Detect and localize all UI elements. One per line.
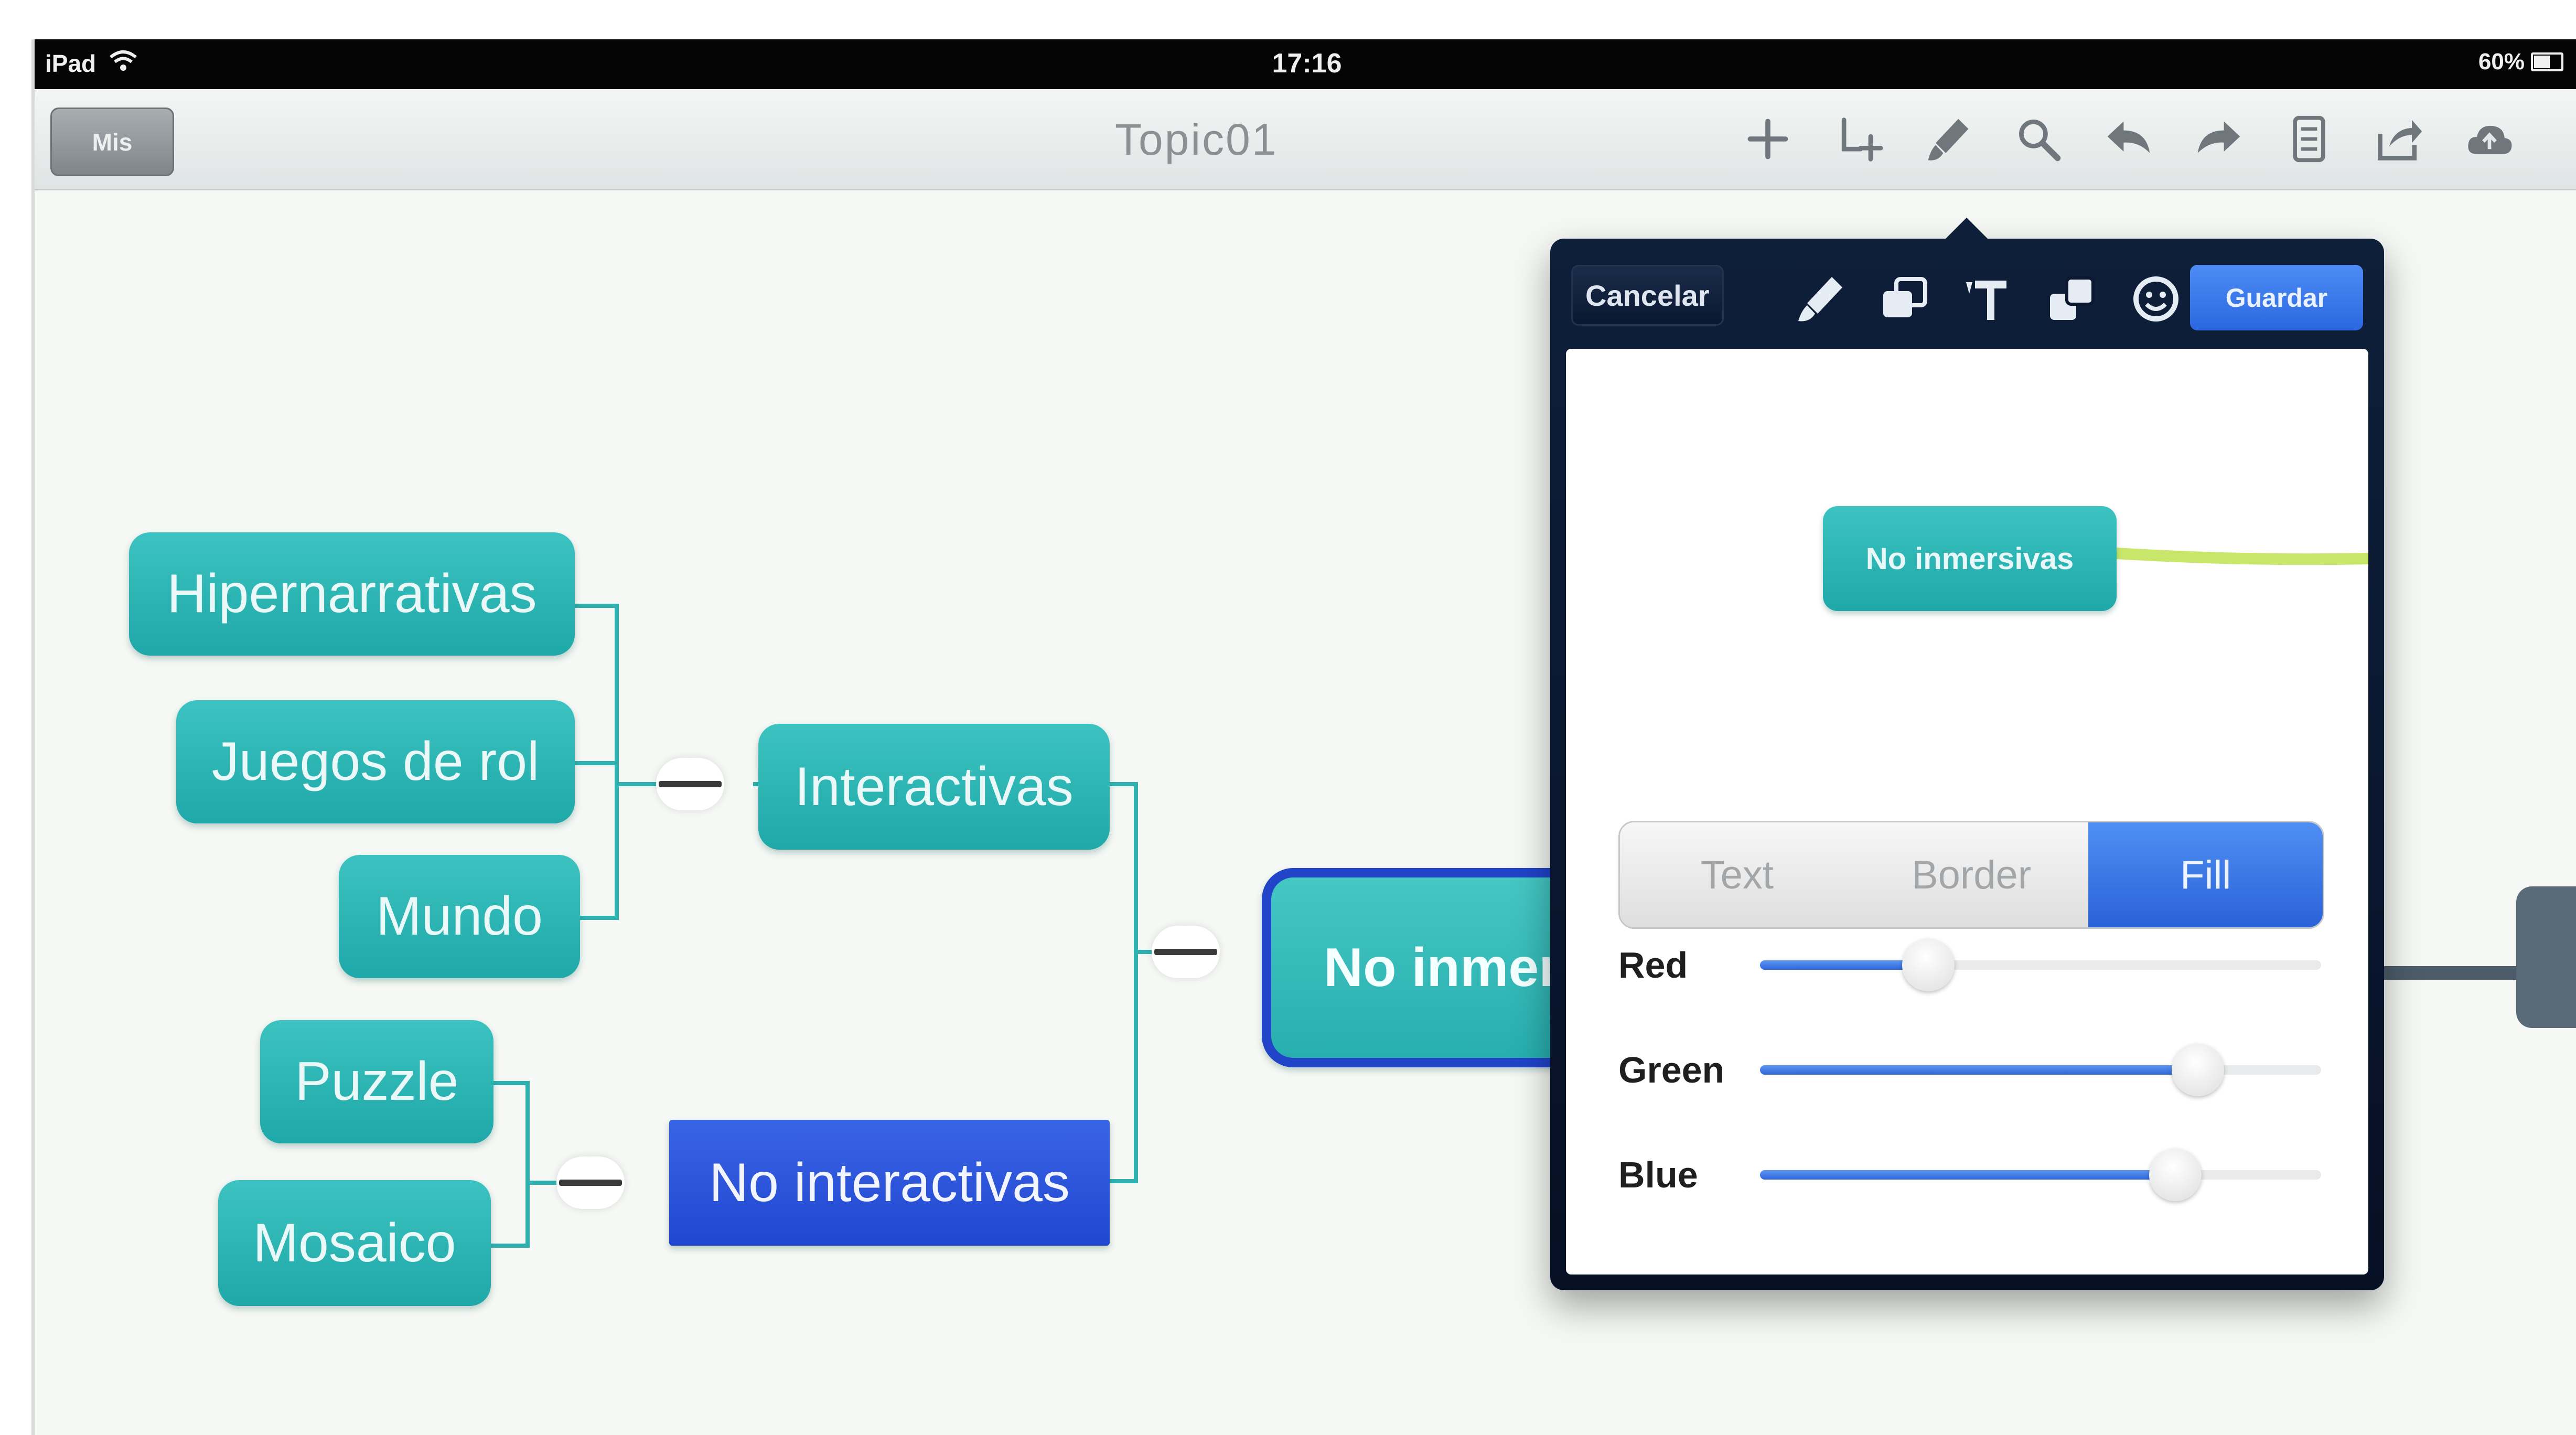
topic-node[interactable]: Hipernarrativas <box>129 532 575 656</box>
layers-icon[interactable] <box>1875 270 1933 328</box>
topic-label: Mundo <box>376 886 543 947</box>
topic-label: Interactivas <box>795 756 1074 817</box>
preview-topic-label: No inmersivas <box>1865 541 2074 576</box>
slider-label: Red <box>1618 945 1688 986</box>
popover-toolbar: Cancelar Guardar <box>1550 239 2384 344</box>
topic-node[interactable]: Mosaico <box>218 1180 491 1306</box>
segment-fill[interactable]: Fill <box>2088 822 2323 927</box>
brush-icon[interactable] <box>1791 270 1849 328</box>
copy-style-icon[interactable] <box>2043 270 2101 328</box>
collapse-toggle-interactivas[interactable] <box>656 758 724 810</box>
preview-topic-node: No inmersivas <box>1823 506 2117 611</box>
emoji-icon[interactable] <box>2127 270 2185 328</box>
green-slider-row: Green <box>1618 1038 2321 1101</box>
red-slider-row: Red <box>1618 934 2321 997</box>
style-target-segmented-control: Text Border Fill <box>1618 821 2324 929</box>
red-slider[interactable] <box>1760 939 2321 991</box>
topic-label: Juegos de rol <box>211 731 540 792</box>
topic-node[interactable]: Mundo <box>339 855 580 978</box>
app-screen: iPad 17:16 60% Mis Topic01 Hipernarrativ… <box>31 39 2576 1435</box>
topic-label: Puzzle <box>295 1051 459 1112</box>
slider-fill <box>1760 1065 2198 1075</box>
segment-border[interactable]: Border <box>1854 822 2089 927</box>
slider-fill <box>1760 1170 2175 1180</box>
topic-node-interactivas[interactable]: Interactivas <box>758 724 1110 850</box>
topic-node[interactable]: Juegos de rol <box>176 700 575 823</box>
slider-knob[interactable] <box>2149 1149 2202 1201</box>
slider-knob[interactable] <box>2171 1044 2224 1096</box>
green-slider[interactable] <box>1760 1044 2321 1096</box>
slider-label: Green <box>1618 1050 1725 1090</box>
blue-slider[interactable] <box>1760 1149 2321 1201</box>
topic-label: No interactivas <box>709 1152 1070 1213</box>
save-button[interactable]: Guardar <box>2190 265 2363 330</box>
collapse-toggle-no-interactivas[interactable] <box>556 1156 625 1209</box>
ipad-screenshot: iPad 17:16 60% Mis Topic01 Hipernarrativ… <box>0 0 2576 1435</box>
topic-label: Mosaico <box>253 1212 456 1273</box>
slider-label: Blue <box>1618 1154 1698 1195</box>
offscreen-topic-node[interactable] <box>2516 886 2576 1028</box>
slider-knob[interactable] <box>1902 939 1955 991</box>
topic-label: Hipernarrativas <box>167 563 537 624</box>
popover-tool-icons <box>1791 270 2185 328</box>
collapse-toggle-central[interactable] <box>1152 926 1220 978</box>
popover-content: No inmersivas Text Border Fill Red Green <box>1566 349 2368 1275</box>
segment-text[interactable]: Text <box>1620 822 1854 927</box>
topic-node[interactable]: Puzzle <box>260 1020 493 1143</box>
style-popover: Cancelar Guardar No inmersivas Text Bord… <box>1550 218 2384 1290</box>
topic-node-no-interactivas-selected[interactable]: No interactivas <box>669 1120 1110 1246</box>
cancel-button[interactable]: Cancelar <box>1571 265 1724 326</box>
blue-slider-row: Blue <box>1618 1143 2321 1206</box>
popover-arrow <box>1944 218 1990 241</box>
text-icon[interactable] <box>1959 270 2017 328</box>
